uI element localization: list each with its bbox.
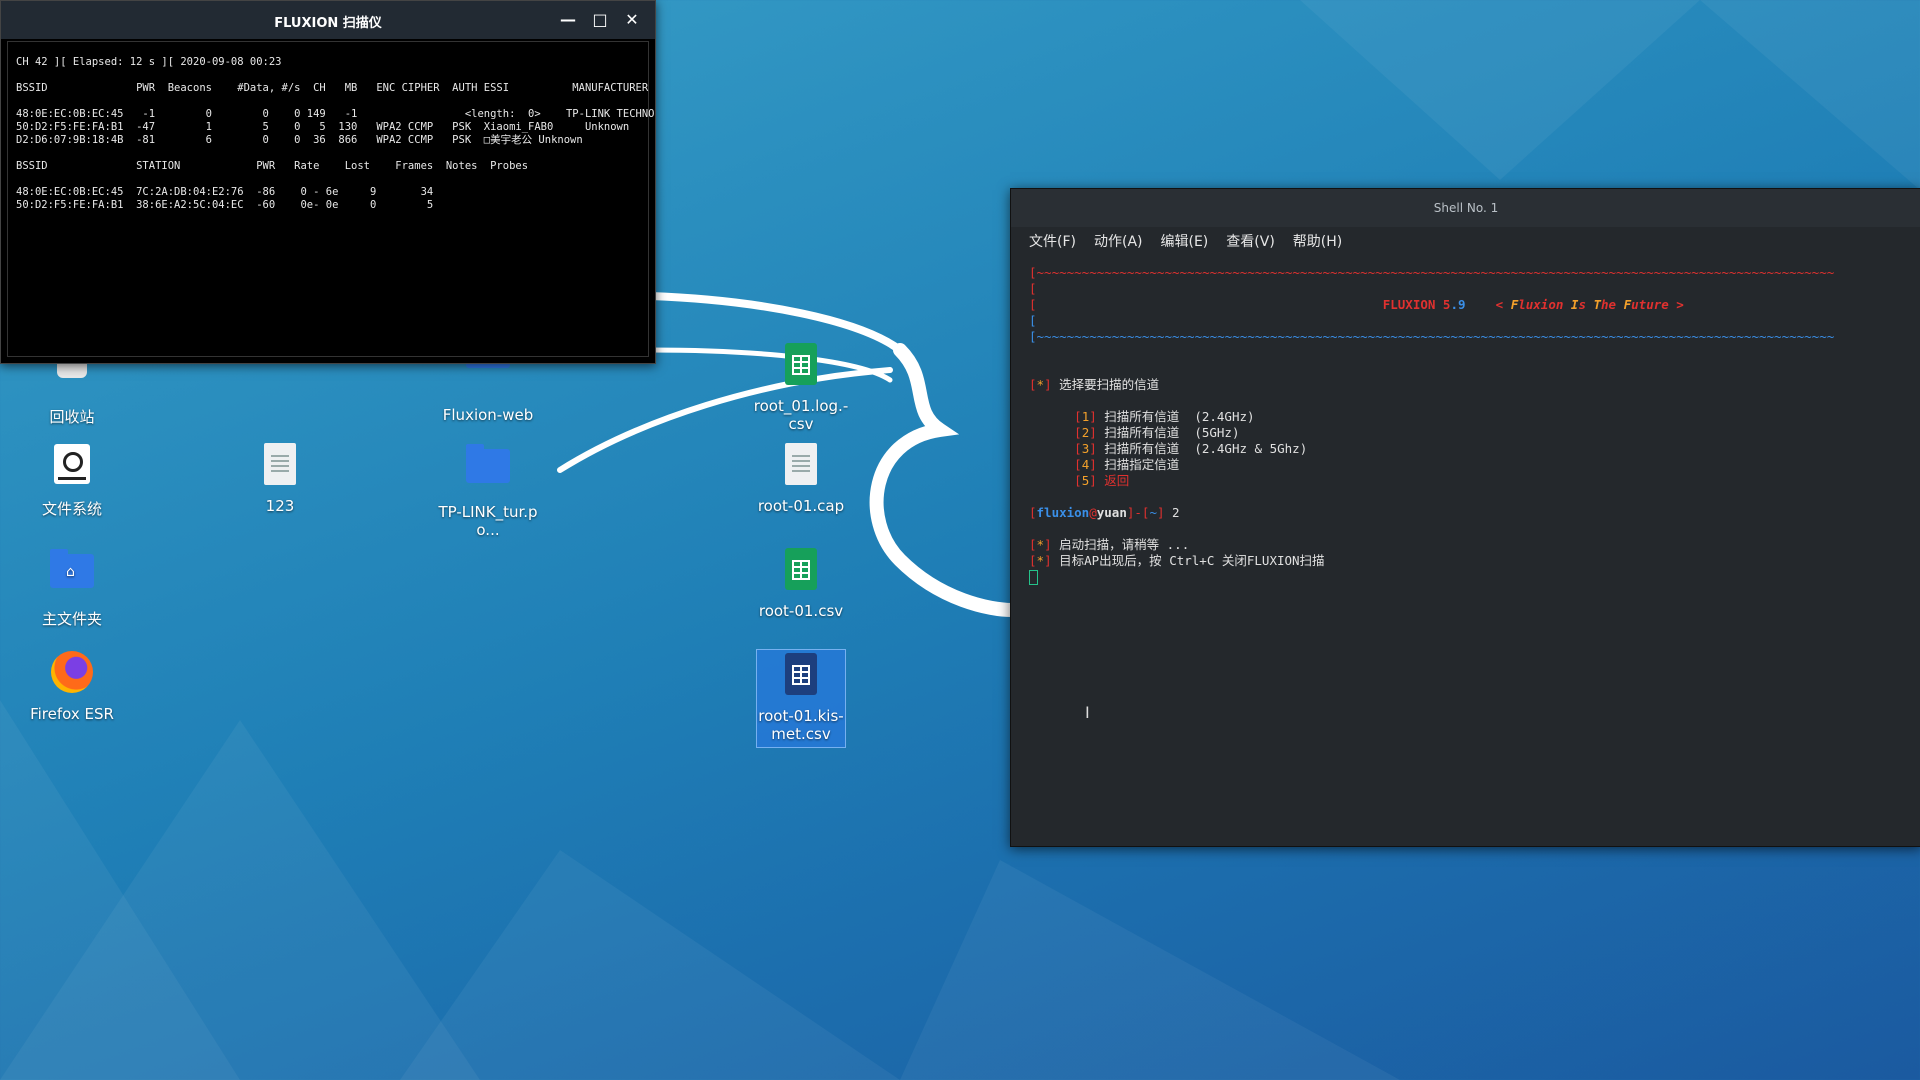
desktop-icon-label: root-01.kis-met.csv: [758, 707, 844, 743]
desktop-icon-home[interactable]: ⌂ 主文件夹: [12, 545, 132, 629]
select-prompt: 选择要扫描的信道: [1059, 377, 1160, 392]
menu-bar: 文件(F) 动作(A) 编辑(E) 查看(V) 帮助(H): [1011, 227, 1920, 257]
menu-file[interactable]: 文件(F): [1029, 227, 1076, 257]
desktop-icon-label: 123: [265, 497, 295, 515]
banner-word: s: [1578, 297, 1594, 312]
text-cursor-icon: I: [1085, 703, 1090, 722]
spreadsheet-icon: [785, 653, 817, 695]
station-table-header: BSSID STATION PWR Rate Lost Frames Notes…: [16, 160, 529, 172]
banner-word: luxion: [1518, 297, 1571, 312]
banner-slogan: <: [1495, 297, 1511, 312]
scanner-titlebar[interactable]: FLUXION 扫描仪 — □ ✕: [1, 1, 655, 39]
desktop-icon-label: root-01.cap: [757, 497, 845, 515]
station-row: 50:D2:F5:FE:FA:B1 38:6E:A2:5C:04:EC -60 …: [16, 199, 434, 211]
scanner-output: CH 42 ][ Elapsed: 12 s ][ 2020-09-08 00:…: [7, 41, 655, 357]
status-message-1: 启动扫描，请稍等 ...: [1059, 537, 1190, 552]
desktop-icon-label: Firefox ESR: [30, 705, 114, 723]
station-row: 48:0E:EC:0B:EC:45 7C:2A:DB:04:E2:76 -86 …: [16, 186, 434, 198]
folder-icon: [466, 444, 510, 483]
desktop-icon-root-csv[interactable]: root-01.csv: [741, 545, 861, 620]
banner-letter: T: [1593, 297, 1602, 312]
banner-letter: F: [1623, 297, 1632, 312]
desktop-icon-root-kismet[interactable]: root-01.kis-met.csv: [756, 649, 846, 748]
maximize-icon[interactable]: □: [589, 9, 611, 31]
minimize-icon[interactable]: —: [557, 9, 579, 31]
ap-row: 50:D2:F5:FE:FA:B1 -47 1 5 0 5 130 WPA2 C…: [16, 121, 630, 133]
desktop-icon-label: root_01.log.-csv: [753, 397, 849, 433]
option-5: 返回: [1104, 473, 1130, 488]
shell-window[interactable]: Shell No. 1 文件(F) 动作(A) 编辑(E) 查看(V) 帮助(H) [~…: [1010, 188, 1920, 847]
spreadsheet-icon: [785, 343, 817, 385]
menu-edit[interactable]: 编辑(E): [1161, 227, 1209, 257]
banner-word: uture >: [1631, 297, 1684, 312]
banner-word: he: [1601, 297, 1624, 312]
spreadsheet-icon: [785, 548, 817, 590]
home-folder-icon: ⌂: [50, 549, 94, 588]
banner-name: FLUXION 5: [1382, 297, 1451, 312]
menu-view[interactable]: 查看(V): [1226, 227, 1275, 257]
desktop-icon-label: TP-LINK_tur.po...: [438, 503, 538, 539]
binary-file-icon: [785, 443, 817, 485]
desktop-icon-label: 文件系统: [41, 500, 102, 518]
option-4: 扫描指定信道: [1104, 457, 1180, 472]
desktop-icon-label: Fluxion-web: [442, 406, 534, 424]
desktop-icon-label: 回收站: [49, 408, 95, 426]
terminal-output[interactable]: [~~~~~~~~~~~~~~~~~~~~~~~~~~~~~~~~~~~~~~~…: [1029, 265, 1920, 846]
desktop-icon-filesystem[interactable]: 文件系统: [12, 440, 132, 519]
prompt-path: ~: [1149, 505, 1157, 520]
shell-title: Shell No. 1: [1011, 189, 1920, 227]
close-icon[interactable]: ✕: [621, 9, 643, 31]
prompt-user: fluxion: [1036, 505, 1090, 520]
drive-icon: [54, 444, 90, 484]
desktop-icon-firefox[interactable]: Firefox ESR: [12, 648, 132, 723]
ap-table-header: BSSID PWR Beacons #Data, #/s CH MB ENC C…: [16, 82, 649, 94]
scanner-window[interactable]: FLUXION 扫描仪 — □ ✕ CH 42 ][ Elapsed: 12 s…: [0, 0, 656, 364]
firefox-icon: [51, 651, 93, 693]
option-1: 扫描所有信道 (2.4GHz): [1104, 409, 1255, 424]
desktop-icon-tplink[interactable]: TP-LINK_tur.po...: [428, 440, 548, 539]
menu-action[interactable]: 动作(A): [1094, 227, 1143, 257]
menu-help[interactable]: 帮助(H): [1293, 227, 1342, 257]
option-3: 扫描所有信道 (2.4GHz & 5Ghz): [1104, 441, 1308, 456]
banner-version: .9: [1450, 297, 1466, 312]
option-2: 扫描所有信道 (5GHz): [1104, 425, 1240, 440]
user-input: 2: [1172, 505, 1180, 520]
desktop-icon-root-log[interactable]: root_01.log.-csv: [741, 340, 861, 433]
ap-row: D2:D6:07:9B:18:4B -81 6 0 0 36 866 WPA2 …: [16, 134, 583, 146]
status-message-2: 目标AP出现后，按 Ctrl+C 关闭FLUXION扫描: [1059, 553, 1325, 568]
desktop-icon-root-cap[interactable]: root-01.cap: [741, 440, 861, 515]
terminal-cursor: [1029, 570, 1038, 585]
desktop-icon-label: root-01.csv: [758, 602, 844, 620]
prompt-host: yuan: [1096, 505, 1127, 520]
ap-row: 48:0E:EC:0B:EC:45 -1 0 0 0 149 -1 <lengt…: [16, 108, 655, 120]
text-file-icon: [264, 443, 296, 485]
desktop-icon-123[interactable]: 123: [220, 440, 340, 515]
status-line: CH 42 ][ Elapsed: 12 s ][ 2020-09-08 00:…: [16, 56, 282, 68]
desktop-icon-label: 主文件夹: [41, 610, 102, 628]
